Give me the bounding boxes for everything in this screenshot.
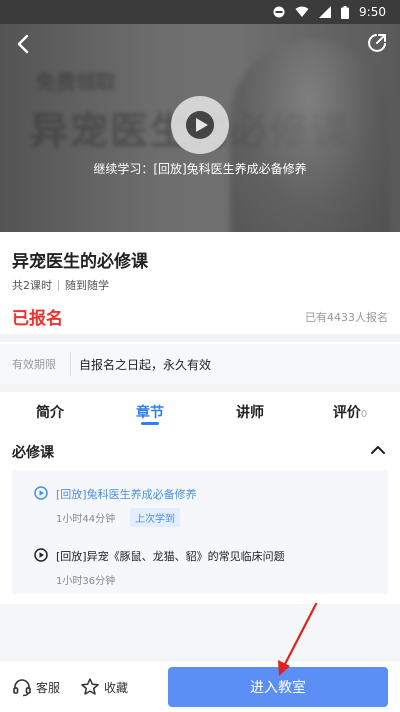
- back-arrow-icon[interactable]: [12, 30, 34, 58]
- course-tabs: 简介 章节 讲师 评价0: [0, 392, 400, 428]
- dnd-icon: [273, 6, 285, 18]
- section-divider: [0, 334, 400, 342]
- validity-value: 自报名之日起，永久有效: [79, 357, 212, 372]
- wifi-icon: [295, 6, 309, 18]
- lesson-count: 共2课时: [12, 279, 52, 292]
- lesson-duration: 1小时44分钟: [56, 514, 116, 525]
- share-icon[interactable]: [366, 32, 388, 54]
- status-bar: 9:50: [0, 0, 400, 24]
- tab-lecturer[interactable]: 讲师: [200, 392, 300, 428]
- tab-chapters[interactable]: 章节: [100, 392, 200, 428]
- content-bottom-spacer: [0, 604, 400, 660]
- lesson-name: [回放]异宠《豚鼠、龙猫、貂》的常见临床问题: [56, 550, 285, 563]
- tab-intro[interactable]: 简介: [0, 392, 100, 428]
- course-meta: 共2课时 随到随学: [12, 277, 109, 293]
- bottom-action-bar: 客服 收藏 进入教室: [0, 660, 400, 712]
- tab-reviews-label: 评价: [332, 405, 361, 421]
- last-studied-badge: 上次学到: [130, 508, 180, 527]
- video-player[interactable]: 免费领取 异宠医生的必修课 继续学习：[回放]兔科医生养成必备修养: [0, 0, 400, 232]
- favorite-label: 收藏: [104, 680, 129, 695]
- star-icon: [81, 678, 99, 695]
- continue-learning-text: 继续学习：[回放]兔科医生养成必备修养: [93, 162, 307, 176]
- validity-label: 有效期限: [12, 358, 56, 371]
- customer-service-label: 客服: [36, 680, 61, 695]
- video-presenter-figure: [230, 40, 390, 232]
- video-blurred-caption-1: 免费领取: [36, 70, 116, 94]
- signal-icon: [319, 6, 332, 18]
- course-title: 异宠医生的必修课: [12, 252, 148, 272]
- tab-lecturer-label: 讲师: [236, 405, 264, 421]
- play-button[interactable]: [171, 96, 229, 154]
- tab-reviews[interactable]: 评价0: [300, 392, 400, 428]
- lesson-duration: 1小时36分钟: [56, 576, 116, 587]
- lesson-name: [回放]兔科医生养成必备修养: [56, 488, 197, 501]
- play-circle-icon: [34, 548, 48, 562]
- play-circle-icon: [34, 486, 48, 500]
- study-mode: 随到随学: [65, 279, 109, 292]
- enrollment-status: 已报名: [12, 309, 63, 329]
- section-divider: [0, 384, 400, 392]
- customer-service-button[interactable]: 客服: [12, 677, 60, 697]
- tab-intro-label: 简介: [36, 405, 64, 421]
- favorite-button[interactable]: 收藏: [80, 677, 128, 697]
- validity-divider: [70, 352, 71, 376]
- play-icon: [186, 111, 214, 139]
- review-count: 0: [360, 409, 368, 420]
- chevron-up-icon[interactable]: [370, 444, 386, 456]
- enter-classroom-button[interactable]: 进入教室: [168, 667, 388, 707]
- status-time: 9:50: [359, 5, 386, 19]
- meta-divider: [58, 279, 59, 291]
- enrolled-count: 已有4433人报名: [305, 311, 388, 324]
- lesson-list: [回放]兔科医生养成必备修养 1小时44分钟 上次学到 [回放]异宠《豚鼠、龙猫…: [12, 470, 388, 594]
- headset-icon: [13, 679, 31, 697]
- chapter-section-title: 必修课: [12, 445, 54, 461]
- active-tab-indicator: [141, 422, 159, 425]
- validity-row: 有效期限 自报名之日起，永久有效: [0, 344, 400, 384]
- battery-icon: [341, 5, 350, 19]
- tab-chapters-label: 章节: [136, 405, 164, 421]
